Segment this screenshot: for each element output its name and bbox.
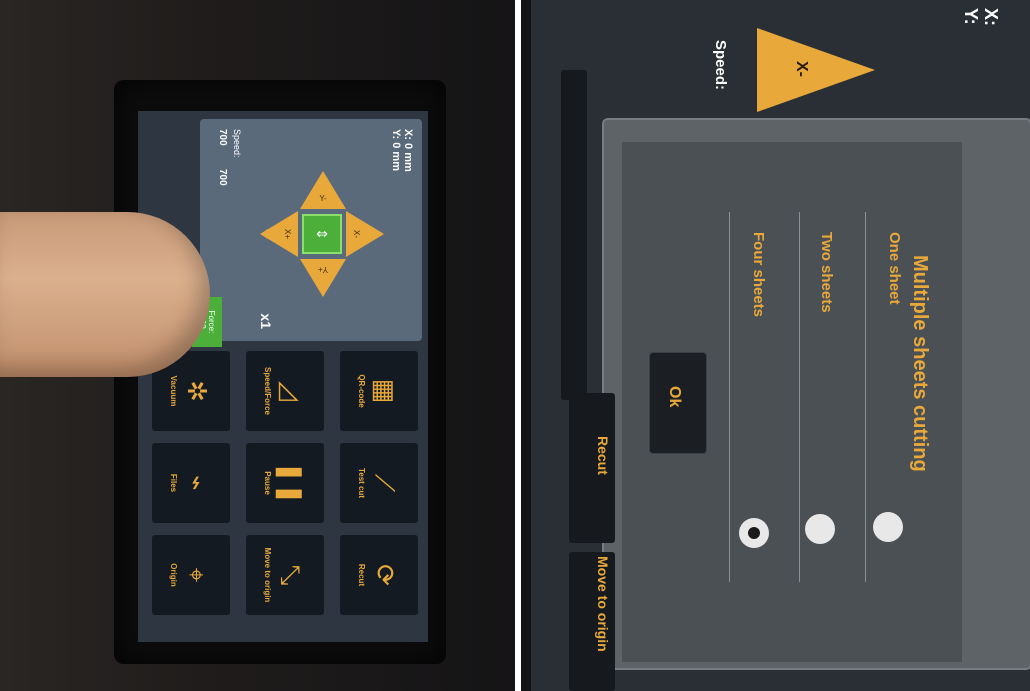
option-divider [865,212,866,582]
radio-four-sheets[interactable] [739,518,769,548]
speed-value-1: 700 [217,129,228,146]
option-four-sheets-label: Four sheets [750,232,767,318]
move-origin-icon: ⤡ [276,564,307,586]
force-label: Force: [207,310,216,334]
speed-force-label: Speed/Force [263,366,273,415]
rotated-ui: X: 0 mm Y: 0 mm x1 X- X+ Y- Y+ ⇕ Speed: … [138,111,428,642]
recut-label: Recut [357,563,367,587]
speed-value-2: 700 [217,169,228,186]
vacuum-label: Vacuum [169,375,179,407]
qr-icon: ▦ [370,378,401,404]
x-coordinate: X: [981,8,1001,26]
refresh-icon: ⟳ [370,564,401,586]
qr-code-button[interactable]: ▦ QR-code [340,351,418,431]
usb-icon: ⌁ [182,475,213,491]
jog-y-minus-label: Y- [319,194,327,203]
jog-x-minus-button[interactable]: X- [346,211,384,257]
qr-code-label: QR-code [357,374,367,408]
gauge-icon: ◿ [276,381,307,401]
jog-y-minus-button[interactable]: Y- [300,171,346,209]
jog-panel: X: 0 mm Y: 0 mm x1 X- X+ Y- Y+ ⇕ Speed: … [192,119,422,347]
pause-button[interactable]: ❚❚ Pause [246,443,324,523]
dialog-title: Multiple sheets cutting [909,255,931,472]
option-divider [729,212,730,582]
origin-icon: ⌖ [182,567,213,583]
jog-x-plus-label: X+ [283,229,292,240]
option-two-sheets-label: Two sheets [818,232,835,313]
jog-x-minus-button[interactable] [757,28,875,112]
files-label: Files [169,473,179,493]
origin-label: Origin [169,563,179,587]
files-button[interactable]: ⌁ Files [152,443,230,523]
speed-force-button[interactable]: ◿ Speed/Force [246,351,324,431]
move-arrows-icon: ⇕ [314,228,331,240]
y-coordinate: Y: [961,8,981,25]
y-coordinate: Y: 0 mm [390,129,402,171]
touchscreen: X: 0 mm Y: 0 mm x1 X- X+ Y- Y+ ⇕ Speed: … [138,111,428,642]
jog-y-plus-label: Y+ [318,265,329,274]
ok-label: Ok [666,386,683,408]
move-to-origin-button[interactable]: ⤡ Move to origin [246,535,324,615]
speed-label: Speed: [712,40,729,91]
photo-left-device: X: 0 mm Y: 0 mm x1 X- X+ Y- Y+ ⇕ Speed: … [0,0,515,691]
move-to-origin-label: Move to origin [595,556,611,652]
pause-label: Pause [263,471,273,495]
fan-icon: ✲ [182,380,213,402]
option-one-sheet-label: One sheet [886,232,903,305]
origin-button[interactable]: ⌖ Origin [152,535,230,615]
blade-icon: ⟋ [370,473,401,493]
option-divider [799,212,800,582]
left-tile-strip [561,70,587,400]
coordinates-readout: X: 0 mm Y: 0 mm [390,129,414,172]
recut-label: Recut [595,436,611,475]
photo-right-device: X: Y: Speed: X- Multiple sheets cutting … [521,0,1030,691]
recut-button[interactable]: ⟳ Recut [340,535,418,615]
pause-icon: ❚❚ [276,461,307,505]
step-multiplier[interactable]: x1 [258,313,274,329]
radio-two-sheets[interactable] [805,514,835,544]
speed-label: Speed: [232,129,242,158]
touchscreen-closeup: X: Y: Speed: X- Multiple sheets cutting … [531,0,1030,691]
radio-one-sheet[interactable] [873,512,903,542]
x-coordinate: X: 0 mm [402,129,414,172]
jog-x-minus-label: X- [793,61,810,77]
coordinates-readout: X: Y: [961,8,1001,37]
jog-y-plus-button[interactable]: Y+ [300,259,346,297]
finger [0,212,210,377]
jog-x-minus-label: X- [352,230,361,238]
test-cut-button[interactable]: ⟋ Test cut [340,443,418,523]
test-cut-label: Test cut [357,467,367,499]
jog-x-plus-button[interactable]: X+ [260,211,298,257]
center-home-button[interactable]: ⇕ [302,214,342,254]
move-to-origin-label: Move to origin [263,547,273,603]
